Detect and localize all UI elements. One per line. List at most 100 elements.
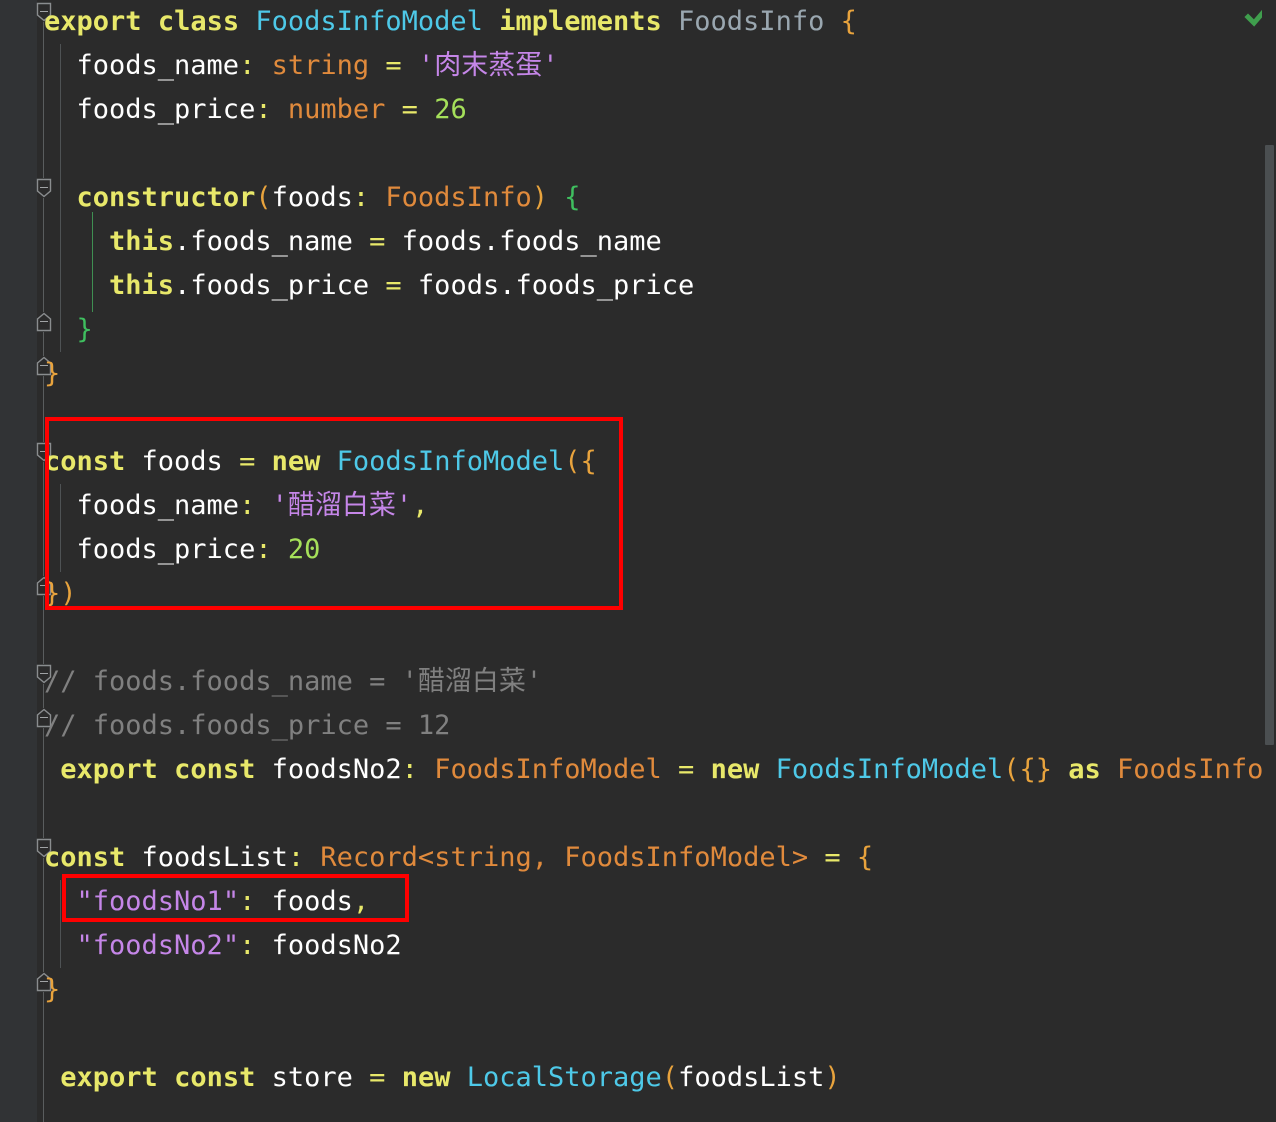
code-line[interactable]: }	[44, 968, 60, 1012]
code-line[interactable]: }	[44, 352, 60, 396]
code-token: number	[287, 94, 386, 125]
code-token: =	[824, 842, 841, 873]
code-token: :	[239, 930, 256, 961]
code-token: foods	[125, 446, 240, 477]
code-token: foods	[255, 886, 353, 917]
code-token: "foodsNo1"	[76, 886, 240, 917]
code-token: const	[44, 446, 126, 477]
code-token: =	[401, 94, 418, 125]
code-token: foodsNo2	[255, 930, 402, 961]
code-token: const	[174, 1062, 256, 1093]
code-token: '肉末蒸蛋'	[417, 50, 559, 81]
code-line[interactable]: export class FoodsInfoModel implements F…	[44, 0, 857, 44]
code-token: :	[352, 182, 370, 213]
code-line[interactable]: foods_price: number = 26	[44, 88, 467, 132]
code-line[interactable]: constructor(foods: FoodsInfo) {	[44, 176, 581, 220]
code-token: foods.foods_price	[401, 270, 695, 301]
code-token: foods.foods_name	[385, 226, 662, 257]
gutter-divider	[36, 0, 37, 1122]
code-token: =	[369, 1062, 386, 1093]
code-token: constructor	[76, 182, 256, 213]
code-token: class	[157, 6, 240, 37]
code-line[interactable]: })	[44, 572, 77, 616]
code-token: .foods_name	[174, 226, 353, 257]
code-token: const	[44, 842, 126, 873]
code-token: {	[856, 842, 874, 873]
code-token: ,	[412, 490, 429, 521]
code-editor[interactable]: export class FoodsInfoModel implements F…	[0, 0, 1276, 1122]
code-token: foods_name	[44, 490, 240, 521]
code-token: })	[44, 578, 77, 609]
code-line[interactable]: // foods.foods_price = 12	[44, 704, 450, 748]
code-token: ({	[564, 446, 597, 477]
code-token: store	[255, 1062, 370, 1093]
code-token: :	[401, 754, 418, 785]
code-token: const	[174, 754, 256, 785]
editor-gutter[interactable]	[0, 0, 36, 1122]
code-token: implements	[499, 6, 662, 37]
code-token: // foods.foods_price = 12	[44, 710, 451, 741]
code-token: FoodsInfo	[385, 182, 532, 213]
code-token: new	[401, 1062, 451, 1093]
code-token: foods	[271, 182, 353, 213]
code-token: }	[44, 974, 61, 1005]
code-token: :	[239, 50, 256, 81]
code-token: string	[271, 50, 370, 81]
code-token: '醋溜白菜'	[271, 490, 413, 521]
code-token: :	[239, 490, 256, 521]
code-token: ,	[531, 842, 548, 873]
code-line[interactable]: // foods.foods_name = '醋溜白菜'	[44, 660, 542, 704]
code-token: 20	[287, 534, 321, 565]
code-token: FoodsInfo	[1117, 754, 1264, 785]
code-line[interactable]: const foodsList: Record<string, FoodsInf…	[44, 836, 873, 880]
code-line[interactable]: foods_name: string = '肉末蒸蛋'	[44, 44, 559, 88]
code-token: this	[109, 226, 175, 257]
vertical-scrollbar-thumb[interactable]	[1265, 145, 1274, 745]
code-token: FoodsInfoModel	[336, 446, 565, 477]
code-line[interactable]: }	[44, 308, 93, 352]
code-token: foods_name	[44, 50, 240, 81]
code-line[interactable]: const foods = new FoodsInfoModel({	[44, 440, 597, 484]
code-line[interactable]: this.foods_price = foods.foods_price	[44, 264, 694, 308]
code-token: foodsNo2	[255, 754, 402, 785]
code-token: export	[60, 1062, 158, 1093]
code-token: ,	[352, 886, 370, 917]
code-token: FoodsInfo	[678, 6, 825, 37]
code-line[interactable]: "foodsNo2": foodsNo2	[44, 924, 402, 968]
code-token: .foods_price	[174, 270, 370, 301]
code-line[interactable]: this.foods_name = foods.foods_name	[44, 220, 662, 264]
code-token: foods_price	[44, 94, 256, 125]
code-line[interactable]: foods_name: '醋溜白菜',	[44, 484, 429, 528]
code-token: foodsList	[125, 842, 288, 873]
code-line[interactable]: "foodsNo1": foods,	[44, 880, 370, 924]
code-line[interactable]: export const store = new LocalStorage(fo…	[44, 1056, 840, 1100]
code-surface[interactable]: export class FoodsInfoModel implements F…	[44, 0, 1276, 1122]
code-token: Record	[320, 842, 418, 873]
vertical-scrollbar-track[interactable]	[1262, 0, 1276, 1122]
code-line[interactable]: export const foodsNo2: FoodsInfoModel = …	[44, 748, 1276, 792]
code-token: export	[44, 6, 142, 37]
code-line[interactable]: foods_price: 20	[44, 528, 321, 572]
